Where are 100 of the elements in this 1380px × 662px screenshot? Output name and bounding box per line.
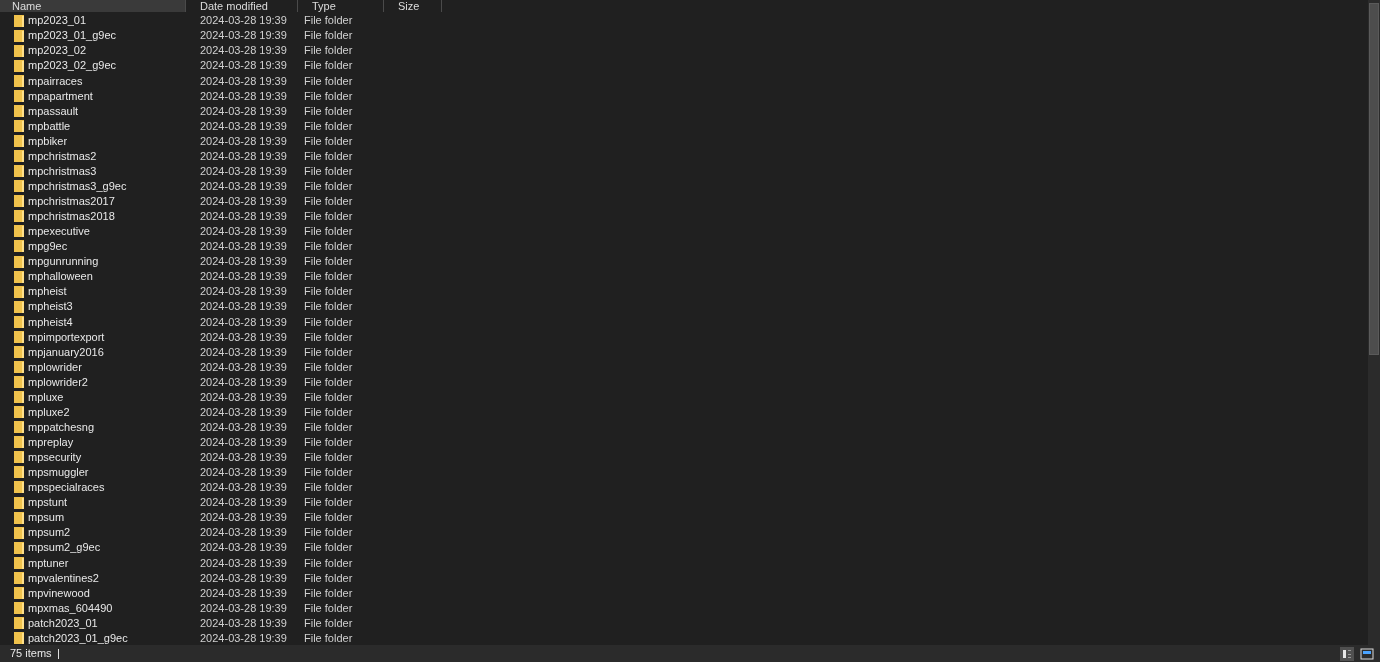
item-type: File folder — [304, 314, 353, 330]
file-name[interactable]: mpsecurity — [28, 449, 82, 466]
item-type: File folder — [304, 329, 353, 345]
file-name[interactable]: mpsum — [28, 509, 65, 526]
file-name[interactable]: mpreplay — [28, 434, 74, 451]
file-name[interactable]: mpairraces — [28, 72, 83, 90]
date-modified: 2024-03-28 19:39 — [200, 43, 288, 59]
file-name[interactable]: mpluxe2 — [28, 403, 70, 421]
column-header[interactable]: Date modified — [186, 0, 298, 12]
date-modified: 2024-03-28 19:39 — [200, 615, 288, 631]
file-name[interactable]: mpbattle — [28, 117, 71, 135]
file-name[interactable]: mpimportexport — [28, 328, 105, 346]
file-name[interactable]: mppatchesng — [28, 418, 95, 436]
date-modified: 2024-03-28 19:39 — [200, 118, 288, 134]
column-header[interactable]: Name — [0, 0, 186, 12]
date-modified: 2024-03-28 19:39 — [200, 148, 288, 164]
file-name[interactable]: mp2023_01 — [28, 12, 87, 29]
item-type: File folder — [304, 148, 353, 164]
item-type: File folder — [304, 118, 353, 134]
folder-icon — [14, 150, 24, 163]
date-modified: 2024-03-28 19:39 — [200, 435, 288, 451]
file-name[interactable]: mptuner — [28, 554, 69, 572]
file-name[interactable]: mplowrider — [28, 358, 82, 376]
file-name[interactable]: mplowrider2 — [28, 373, 88, 391]
file-name[interactable]: mpchristmas2018 — [28, 208, 115, 225]
item-type: File folder — [304, 374, 353, 390]
file-name[interactable]: mpheist — [28, 283, 67, 300]
date-modified: 2024-03-28 19:39 — [200, 284, 288, 300]
date-modified: 2024-03-28 19:39 — [200, 329, 288, 345]
folder-icon — [14, 240, 24, 253]
folder-icon — [14, 300, 24, 313]
file-name[interactable]: mpvalentines2 — [28, 569, 99, 587]
file-name[interactable]: mpchristmas3_g9ec — [28, 177, 127, 195]
file-name[interactable]: mpluxe — [28, 388, 64, 406]
text-cursor — [57, 648, 59, 659]
file-name[interactable]: mpheist4 — [28, 313, 73, 331]
item-type: File folder — [304, 194, 353, 210]
folder-icon — [14, 285, 24, 298]
file-name[interactable]: mpg9ec — [28, 238, 68, 255]
file-name[interactable]: mpvinewood — [28, 584, 90, 602]
scrollbar-thumb[interactable] — [1369, 3, 1379, 355]
file-name[interactable]: mp2023_02_g9ec — [28, 57, 117, 74]
file-name[interactable]: mpsum2_g9ec — [28, 539, 101, 556]
file-name[interactable]: mpsum2 — [28, 524, 71, 541]
folder-icon — [14, 345, 24, 358]
file-name[interactable]: mpbiker — [28, 132, 68, 150]
folder-icon — [14, 632, 24, 645]
folder-icon — [14, 315, 24, 328]
item-type: File folder — [304, 88, 353, 104]
date-modified: 2024-03-28 19:39 — [200, 600, 288, 616]
file-name[interactable]: mpchristmas3 — [28, 162, 97, 180]
item-type: File folder — [304, 209, 353, 225]
file-name[interactable]: mpapartment — [28, 87, 93, 105]
item-type: File folder — [304, 404, 353, 420]
file-name[interactable]: patch2023_01_g9ec — [28, 629, 128, 647]
folder-icon — [14, 74, 24, 87]
file-name[interactable]: mpassault — [28, 102, 79, 120]
file-name[interactable]: mp2023_02 — [28, 42, 87, 59]
date-modified: 2024-03-28 19:39 — [200, 88, 288, 104]
file-name[interactable]: mpjanuary2016 — [28, 343, 104, 361]
file-name[interactable]: mpchristmas2017 — [28, 193, 115, 210]
file-name[interactable]: mpheist3 — [28, 298, 73, 315]
file-name[interactable]: mpspecialraces — [28, 479, 105, 496]
folder-icon — [14, 330, 24, 343]
scrollbar[interactable] — [1368, 0, 1380, 645]
item-type: File folder — [304, 103, 353, 119]
folder-icon — [14, 270, 24, 283]
large-icons-view-icon[interactable] — [1360, 647, 1374, 660]
file-name[interactable]: mpstunt — [28, 494, 68, 511]
file-name[interactable]: patch2023_01 — [28, 614, 98, 632]
date-modified: 2024-03-28 19:39 — [200, 178, 288, 194]
date-modified: 2024-03-28 19:39 — [200, 465, 288, 481]
file-name[interactable]: mpgunrunning — [28, 253, 99, 270]
date-modified: 2024-03-28 19:39 — [200, 525, 288, 541]
details-view-icon[interactable] — [1340, 646, 1354, 661]
item-type: File folder — [304, 630, 353, 646]
date-modified: 2024-03-28 19:39 — [200, 585, 288, 601]
file-name[interactable]: mp2023_01_g9ec — [28, 27, 117, 44]
date-modified: 2024-03-28 19:39 — [200, 73, 288, 89]
date-modified: 2024-03-28 19:39 — [200, 269, 288, 285]
folder-icon — [14, 466, 24, 479]
item-type: File folder — [304, 389, 353, 405]
item-type: File folder — [304, 284, 353, 300]
folder-icon — [14, 29, 24, 42]
folder-icon — [14, 14, 24, 27]
column-header[interactable]: Size — [384, 0, 442, 12]
item-type: File folder — [304, 224, 353, 240]
file-name[interactable]: mphalloween — [28, 268, 93, 285]
file-name[interactable]: mpchristmas2 — [28, 147, 97, 165]
folder-icon — [14, 481, 24, 494]
file-name[interactable]: mpsmuggler — [28, 464, 89, 481]
date-modified: 2024-03-28 19:39 — [200, 28, 288, 44]
item-type: File folder — [304, 73, 353, 89]
date-modified: 2024-03-28 19:39 — [200, 404, 288, 420]
date-modified: 2024-03-28 19:39 — [200, 374, 288, 390]
folder-icon — [14, 541, 24, 554]
column-header[interactable]: Type — [298, 0, 384, 12]
file-name[interactable]: mpexecutive — [28, 223, 90, 240]
file-name[interactable]: mpxmas_604490 — [28, 599, 113, 617]
item-type: File folder — [304, 570, 353, 586]
